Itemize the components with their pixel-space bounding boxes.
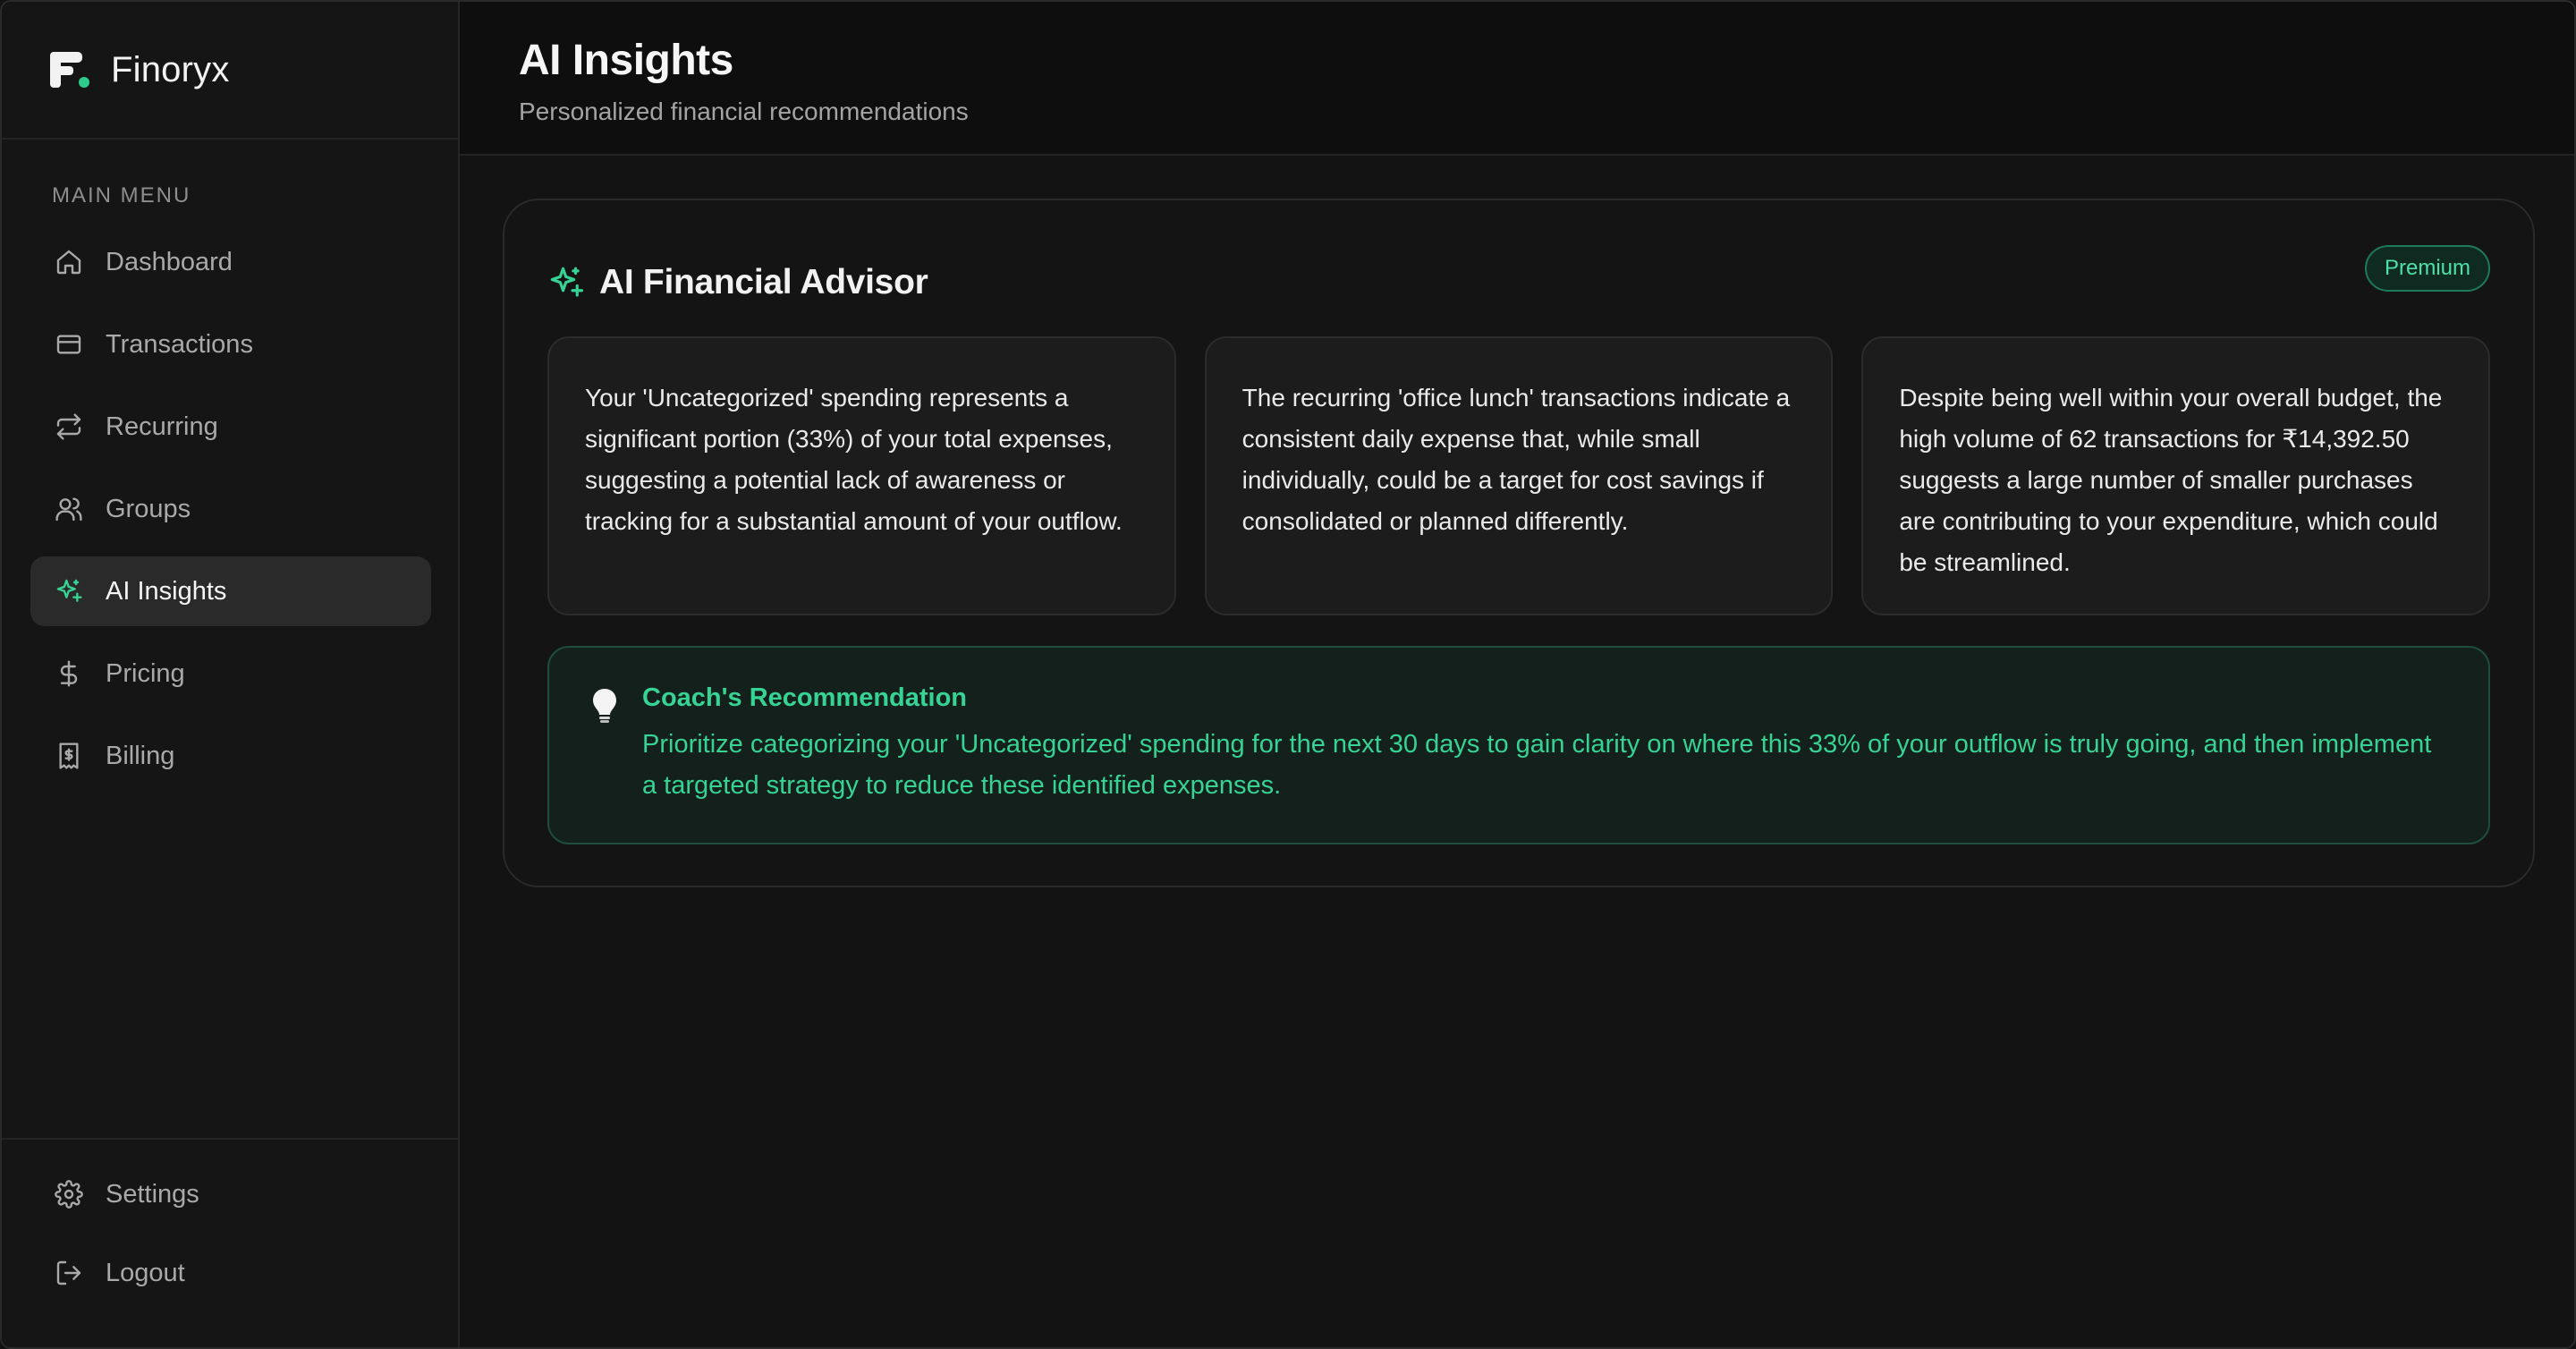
sidebar-item-label: Pricing [106, 658, 185, 688]
sidebar-item-label: Dashboard [106, 247, 233, 276]
app-window: Finoryx MAIN MENU Dashboard Transactions [0, 0, 2576, 1349]
sidebar-item-label: AI Insights [106, 576, 227, 606]
logout-icon [54, 1258, 84, 1288]
sidebar-item-pricing[interactable]: Pricing [30, 639, 431, 708]
sidebar-item-label: Logout [106, 1258, 185, 1287]
sidebar-item-settings[interactable]: Settings [30, 1159, 429, 1229]
sidebar-item-label: Recurring [106, 411, 218, 441]
insight-card: Your 'Uncategorized' spending represents… [547, 336, 1176, 615]
coach-recommendation: Coach's Recommendation Prioritize catego… [547, 646, 2490, 844]
brand-name: Finoryx [111, 49, 230, 89]
sidebar-item-label: Billing [106, 741, 175, 770]
sidebar-item-ai-insights[interactable]: AI Insights [30, 556, 431, 626]
page-subtitle: Personalized financial recommendations [519, 98, 969, 125]
home-icon [54, 247, 84, 277]
sidebar-item-dashboard[interactable]: Dashboard [30, 227, 431, 297]
insight-card: The recurring 'office lunch' transaction… [1204, 336, 1834, 615]
main-nav: Dashboard Transactions Recurring Groups [30, 227, 431, 803]
sparkle-icon [54, 576, 84, 607]
sidebar-item-billing[interactable]: Billing [30, 721, 431, 791]
sidebar-item-label: Transactions [106, 329, 253, 359]
credit-card-icon [54, 329, 84, 360]
menu-heading: MAIN MENU [52, 183, 191, 208]
logo-icon [48, 50, 91, 89]
brand[interactable]: Finoryx [2, 2, 458, 140]
sidebar-item-groups[interactable]: Groups [30, 474, 431, 544]
sidebar-item-label: Settings [106, 1179, 199, 1209]
page-header: AI Insights Personalized financial recom… [460, 2, 2574, 156]
sidebar-footer: Settings Logout [2, 1138, 458, 1347]
page-title: AI Insights [519, 37, 733, 84]
coach-text: Prioritize categorizing your 'Uncategori… [642, 730, 2432, 800]
receipt-icon [54, 741, 84, 771]
insights-grid: Your 'Uncategorized' spending represents… [547, 336, 2491, 615]
insight-card: Despite being well within your overall b… [1861, 336, 2491, 615]
gear-icon [54, 1179, 84, 1209]
card-header: AI Financial Advisor [547, 247, 2490, 318]
premium-badge: Premium [2364, 245, 2490, 292]
users-icon [54, 494, 84, 524]
dollar-icon [54, 658, 84, 689]
sidebar-item-logout[interactable]: Logout [30, 1238, 429, 1308]
coach-title: Coach's Recommendation [642, 683, 968, 712]
lightbulb-icon [590, 687, 619, 725]
repeat-icon [54, 411, 84, 442]
sidebar-item-transactions[interactable]: Transactions [30, 310, 431, 379]
sidebar-item-recurring[interactable]: Recurring [30, 392, 431, 462]
ai-advisor-card: AI Financial Advisor Premium Your 'Uncat… [503, 199, 2535, 887]
sidebar: Finoryx MAIN MENU Dashboard Transactions [2, 2, 460, 1347]
card-title: AI Financial Advisor [599, 263, 928, 301]
sparkle-icon [547, 264, 585, 301]
sidebar-item-label: Groups [106, 494, 191, 523]
